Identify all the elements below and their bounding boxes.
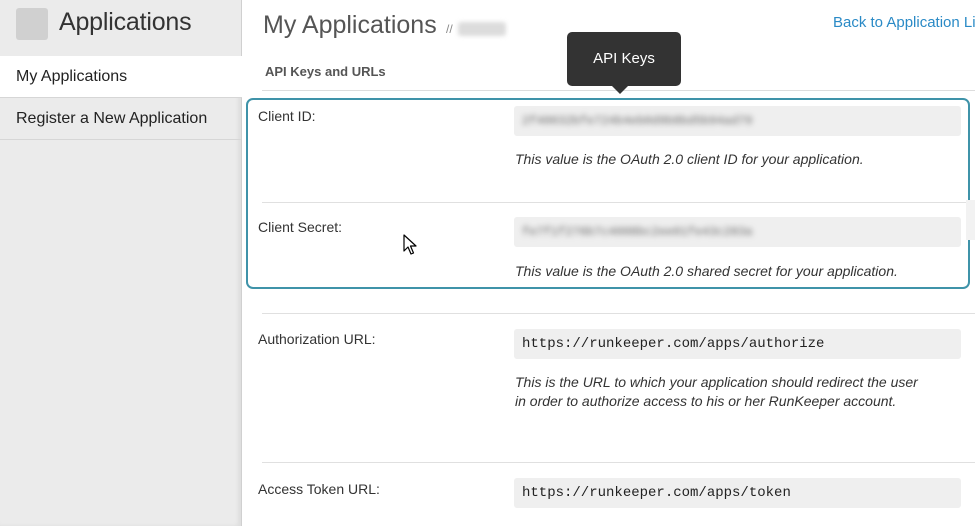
tooltip-arrow: [612, 86, 628, 94]
api-keys-highlight: [246, 98, 970, 289]
api-keys-tooltip: API Keys: [567, 32, 681, 86]
row-divider: [262, 462, 975, 463]
page-subtitle-prefix: //: [446, 22, 453, 36]
access-token-url-label: Access Token URL:: [258, 481, 380, 497]
sidebar-header: Applications: [0, 0, 241, 57]
sidebar-item-register-application[interactable]: Register a New Application: [0, 98, 241, 140]
section-heading: API Keys and URLs: [265, 64, 386, 79]
scrollbar[interactable]: [966, 200, 975, 240]
page-title: My Applications: [263, 11, 437, 39]
sidebar: Applications My Applications Register a …: [0, 0, 242, 526]
access-token-url-field[interactable]: https://runkeeper.com/apps/token: [514, 478, 961, 508]
authorization-url-label: Authorization URL:: [258, 331, 376, 347]
authorization-url-help: This is the URL to which your applicatio…: [515, 374, 918, 409]
applications-icon: [16, 8, 48, 40]
mouse-cursor-icon: [403, 234, 417, 255]
authorization-url-field[interactable]: https://runkeeper.com/apps/authorize: [514, 329, 961, 359]
back-to-application-list-link[interactable]: Back to Application Li: [833, 14, 975, 31]
sidebar-title: Applications: [59, 8, 192, 36]
sidebar-item-my-applications[interactable]: My Applications: [0, 56, 242, 98]
row-divider: [262, 313, 975, 314]
blurred-app-name: [458, 22, 506, 36]
